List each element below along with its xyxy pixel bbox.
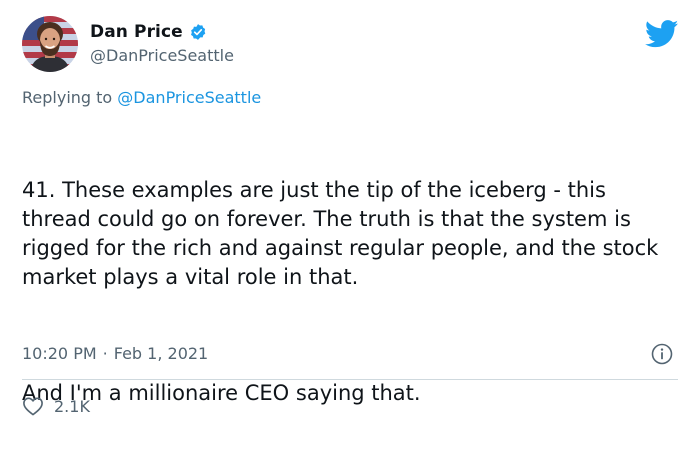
reply-context: Replying to @DanPriceSeattle bbox=[22, 88, 261, 107]
like-button[interactable]: 2.1K bbox=[22, 396, 90, 416]
tweet-paragraph: 41. These examples are just the tip of t… bbox=[22, 178, 666, 289]
tweet-card: Dan Price @DanPriceSeattle Replying to @… bbox=[0, 0, 700, 433]
timestamp-separator: · bbox=[102, 344, 108, 363]
tweet-time: 10:20 PM bbox=[22, 344, 97, 363]
like-count: 2.1K bbox=[54, 396, 90, 416]
tweet-paragraph: And I'm a millionaire CEO saying that. bbox=[22, 381, 421, 405]
reply-mention-link[interactable]: @DanPriceSeattle bbox=[117, 88, 261, 107]
author-name-row: Dan Price bbox=[90, 22, 207, 42]
twitter-bird-icon[interactable] bbox=[645, 20, 679, 48]
verified-badge-icon bbox=[189, 23, 207, 41]
tweet-text: 41. These examples are just the tip of t… bbox=[22, 118, 672, 466]
divider bbox=[22, 379, 678, 380]
heart-icon bbox=[22, 396, 44, 416]
tweet-date: Feb 1, 2021 bbox=[113, 344, 209, 363]
author-display-name[interactable]: Dan Price bbox=[90, 22, 183, 42]
tweet-timestamp[interactable]: 10:20 PM · Feb 1, 2021 bbox=[22, 344, 208, 363]
author-handle[interactable]: @DanPriceSeattle bbox=[90, 46, 234, 65]
avatar[interactable] bbox=[22, 16, 78, 72]
reply-prefix: Replying to bbox=[22, 88, 113, 107]
avatar-image bbox=[22, 16, 78, 72]
info-icon[interactable] bbox=[651, 343, 673, 365]
